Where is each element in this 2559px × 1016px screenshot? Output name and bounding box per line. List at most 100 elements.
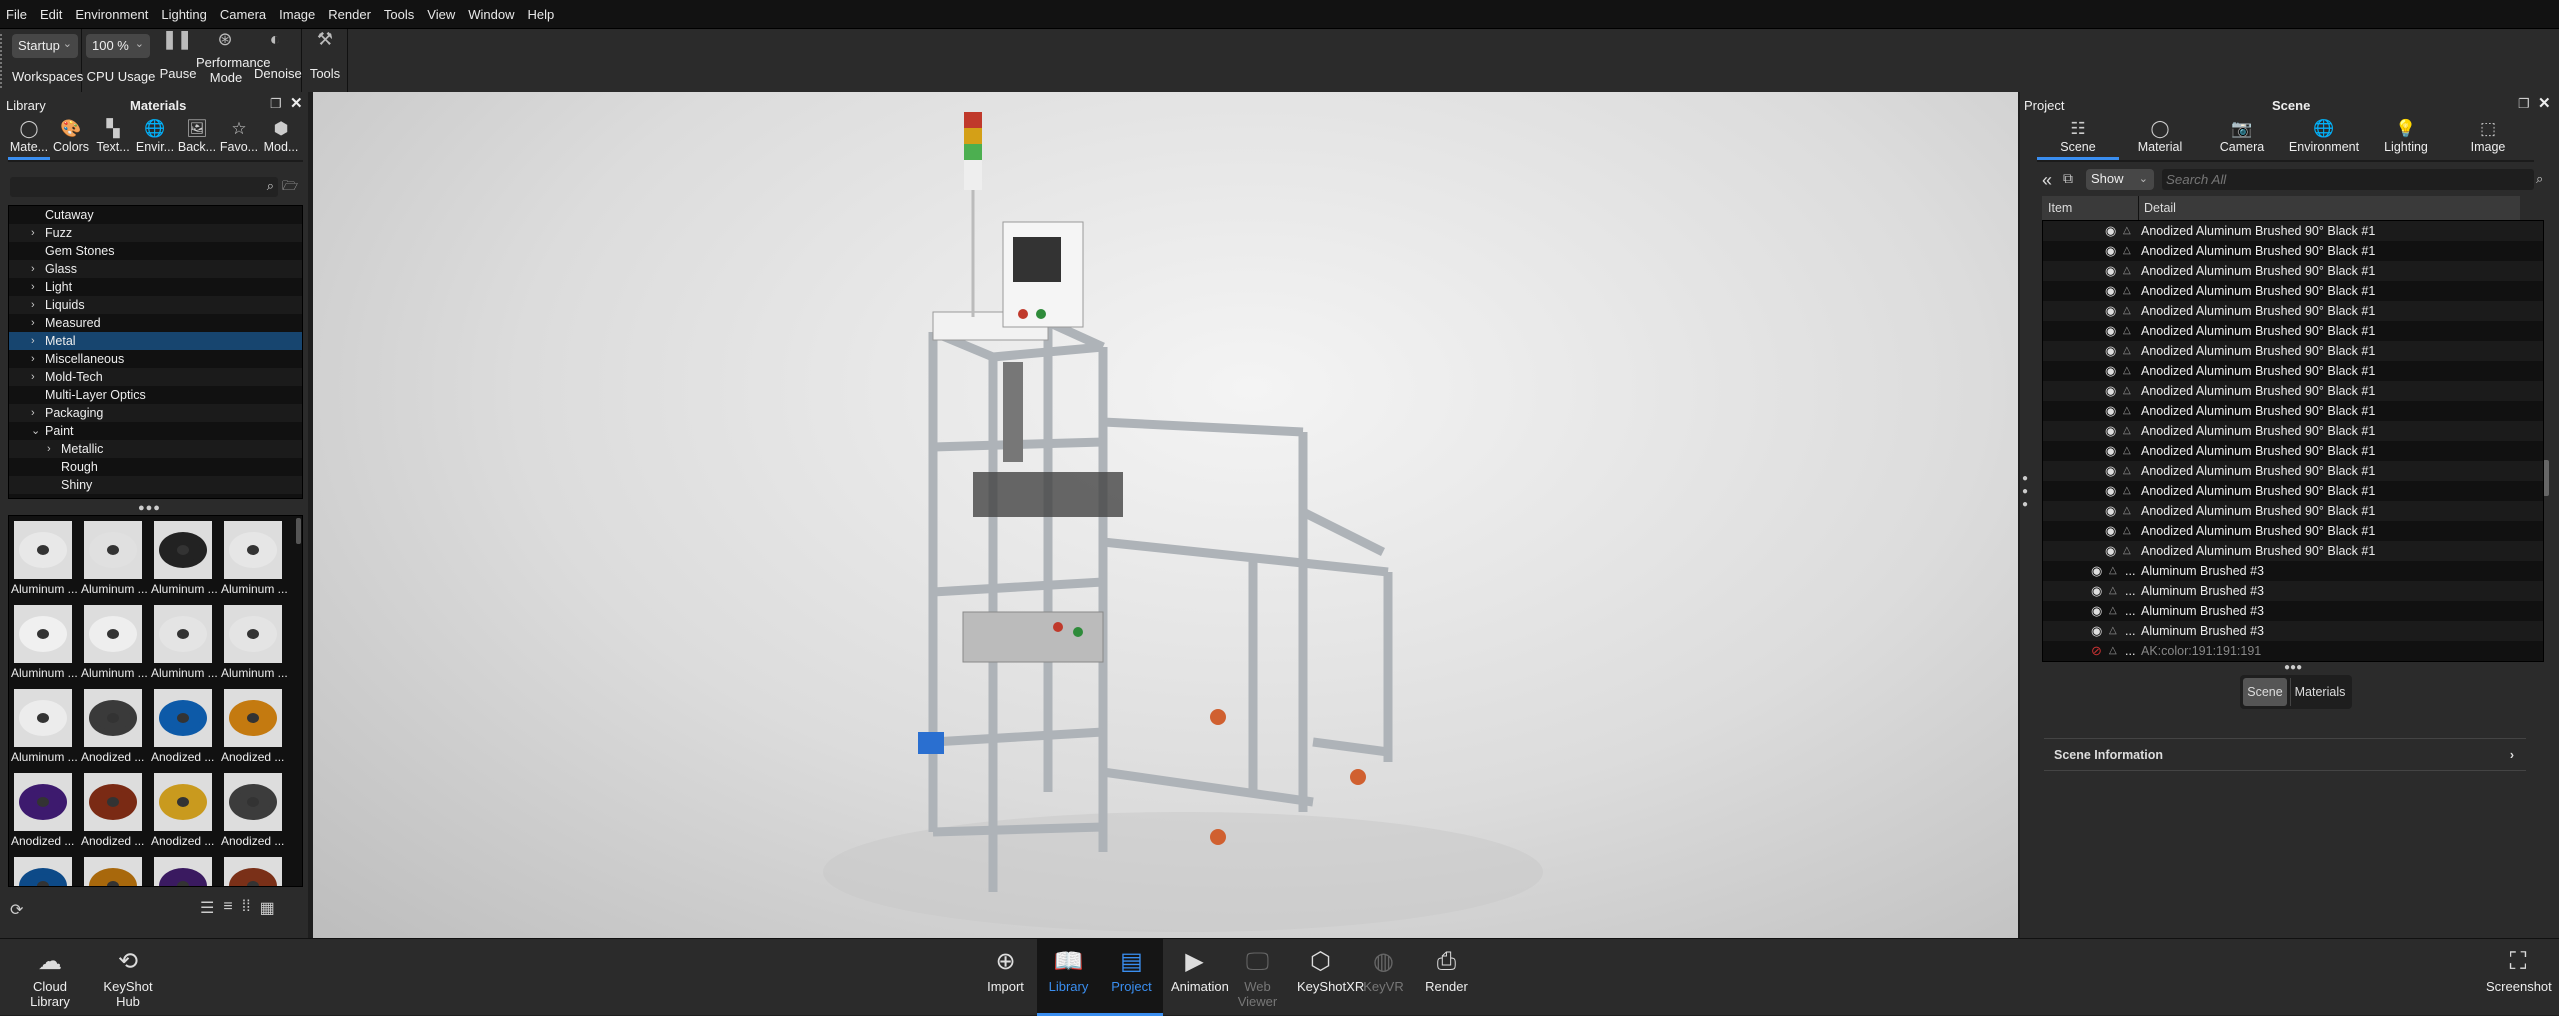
material-thumbnail[interactable] (84, 605, 142, 663)
scene-row[interactable]: ◉ △ Anodized Aluminum Brushed 90° Black #1 (2043, 381, 2543, 401)
eye-icon[interactable]: ◉ (2105, 401, 2116, 421)
eye-icon[interactable]: ◉ (2105, 461, 2116, 481)
tab-text[interactable]: ▚ Text... (92, 118, 134, 160)
material-thumbnail[interactable] (14, 857, 72, 886)
scene-row[interactable]: ◉ △ Anodized Aluminum Brushed 90° Black #1 (2043, 241, 2543, 261)
scene-row[interactable]: ◉ △ Anodized Aluminum Brushed 90° Black #1 (2043, 421, 2543, 441)
chevron-down-icon[interactable]: ⌄ (31, 422, 40, 440)
panel-splitter-handle[interactable]: ● ● ● (2022, 472, 2032, 511)
undock-icon[interactable]: ❐ (2518, 96, 2530, 112)
eye-icon[interactable]: ◉ (2105, 341, 2116, 361)
tab-mod[interactable]: ⬢ Mod... (260, 118, 302, 160)
splitter-handle[interactable]: ●●● (2284, 662, 2302, 673)
menu-tools[interactable]: Tools (384, 7, 414, 22)
scene-row[interactable]: ◉ △ Anodized Aluminum Brushed 90° Black #1 (2043, 321, 2543, 341)
scene-search-input[interactable] (2162, 169, 2534, 190)
chevron-right-icon[interactable]: › (31, 314, 35, 332)
material-thumbnail[interactable] (84, 857, 142, 886)
eye-icon[interactable]: ◉ (2105, 241, 2116, 261)
eye-icon[interactable]: ◉ (2105, 541, 2116, 561)
eye-icon[interactable]: ◉ (2105, 321, 2116, 341)
close-icon[interactable]: ✕ (2538, 94, 2551, 112)
tree-item[interactable]: › Liquids (9, 296, 302, 314)
tools-button[interactable]: ⚒ Tools (302, 29, 348, 93)
material-thumbnail[interactable] (154, 773, 212, 831)
chevron-right-icon[interactable]: › (31, 260, 35, 278)
scene-row[interactable]: ◉ △ Anodized Aluminum Brushed 90° Black #1 (2043, 501, 2543, 521)
menu-help[interactable]: Help (527, 7, 554, 22)
material-thumbnail[interactable] (224, 605, 282, 663)
material-thumbnail[interactable] (224, 857, 282, 886)
scene-row[interactable]: ◉ △ Anodized Aluminum Brushed 90° Black #1 (2043, 361, 2543, 381)
library-search-input[interactable]: ⌕ (10, 177, 278, 197)
cloud-library-button[interactable]: ☁ Cloud Library (10, 939, 90, 1016)
scene-row[interactable]: ◉ △ Anodized Aluminum Brushed 90° Black #1 (2043, 401, 2543, 421)
screenshot-button[interactable]: ⛶ Screenshot (2478, 939, 2558, 1016)
toolbar-grip[interactable] (0, 34, 4, 88)
material-thumbnail[interactable] (154, 857, 212, 886)
render-viewport[interactable] (313, 92, 2018, 938)
animation-button[interactable]: ▶ Animation (1163, 939, 1229, 1016)
scene-information-section[interactable]: Scene Information › (2044, 738, 2526, 771)
tree-item[interactable]: › Light (9, 278, 302, 296)
menu-file[interactable]: File (6, 7, 27, 22)
scene-row[interactable]: ◉ △... Aluminum Brushed #3 (2043, 581, 2543, 601)
tree-item[interactable]: Cutaway (9, 206, 302, 224)
tab-material[interactable]: ◯ Material (2119, 118, 2201, 160)
chevron-right-icon[interactable]: › (31, 278, 35, 296)
close-icon[interactable]: ✕ (290, 94, 303, 112)
scene-row[interactable]: ◉ △ Anodized Aluminum Brushed 90° Black #1 (2043, 481, 2543, 501)
scene-row[interactable]: ⊘ △... AK:color:191:191:191 (2043, 641, 2543, 661)
scene-row[interactable]: ◉ △... Aluminum Brushed #3 (2043, 621, 2543, 641)
scene-row[interactable]: ◉ △ Anodized Aluminum Brushed 90° Black #1 (2043, 341, 2543, 361)
add-group-icon[interactable]: ⧉ (2063, 170, 2073, 187)
materials-toggle[interactable]: Materials (2290, 678, 2349, 706)
material-thumbnail[interactable] (154, 605, 212, 663)
list-view-small-icon[interactable]: ☰ (200, 898, 214, 918)
tab-camera[interactable]: 📷 Camera (2201, 118, 2283, 160)
material-thumbnail[interactable] (14, 689, 72, 747)
eye-icon[interactable]: ◉ (2105, 361, 2116, 381)
scene-row[interactable]: ◉ △ Anodized Aluminum Brushed 90° Black #1 (2043, 461, 2543, 481)
chevron-right-icon[interactable]: › (31, 224, 35, 242)
menu-image[interactable]: Image (279, 7, 315, 22)
material-thumbnail[interactable] (224, 773, 282, 831)
scene-toggle[interactable]: Scene (2243, 678, 2287, 706)
material-thumbnail[interactable] (154, 521, 212, 579)
menu-environment[interactable]: Environment (75, 7, 148, 22)
material-thumbnail[interactable] (14, 773, 72, 831)
scene-row[interactable]: ◉ △ Anodized Aluminum Brushed 90° Black #1 (2043, 261, 2543, 281)
tab-lighting[interactable]: 💡 Lighting (2365, 118, 2447, 160)
tree-item[interactable]: Gem Stones (9, 242, 302, 260)
show-dropdown[interactable]: Show ⌄ (2086, 169, 2154, 190)
tab-environment[interactable]: 🌐 Environment (2283, 118, 2365, 160)
tree-item[interactable]: › Fuzz (9, 224, 302, 242)
tree-item[interactable]: Multi-Layer Optics (9, 386, 302, 404)
column-detail[interactable]: Detail (2138, 196, 2176, 220)
material-thumbnail[interactable] (154, 689, 212, 747)
eye-icon[interactable]: ◉ (2105, 441, 2116, 461)
tab-colors[interactable]: 🎨 Colors (50, 118, 92, 160)
grid-scrollbar[interactable] (296, 518, 301, 544)
material-thumbnail[interactable] (224, 689, 282, 747)
tree-item[interactable]: Shiny (9, 476, 302, 494)
scene-row[interactable]: ◉ △... Aluminum Brushed #3 (2043, 601, 2543, 621)
project-button[interactable]: ▤ Project (1100, 939, 1163, 1016)
menu-render[interactable]: Render (328, 7, 371, 22)
workspaces-dropdown[interactable]: Startup ⌄ (12, 34, 78, 58)
material-thumbnail[interactable] (84, 773, 142, 831)
eye-icon[interactable]: ◉ (2105, 221, 2116, 241)
menu-view[interactable]: View (427, 7, 455, 22)
folder-import-icon[interactable]: 🗁 (282, 177, 298, 199)
library-button[interactable]: 📖 Library (1037, 939, 1100, 1016)
refresh-icon[interactable]: ⟳ (10, 900, 23, 920)
tree-item[interactable]: › Metallic (9, 440, 302, 458)
tab-image[interactable]: ⬚ Image (2447, 118, 2529, 160)
scene-row[interactable]: ◉ △ Anodized Aluminum Brushed 90° Black #1 (2043, 221, 2543, 241)
render-button[interactable]: ⎙ Render (1415, 939, 1478, 1016)
import-button[interactable]: ⊕ Import (974, 939, 1037, 1016)
material-thumbnail[interactable] (84, 689, 142, 747)
material-thumbnail[interactable] (84, 521, 142, 579)
eye-icon[interactable]: ◉ (2105, 481, 2116, 501)
list-view-icon[interactable]: ≡ (223, 898, 232, 918)
